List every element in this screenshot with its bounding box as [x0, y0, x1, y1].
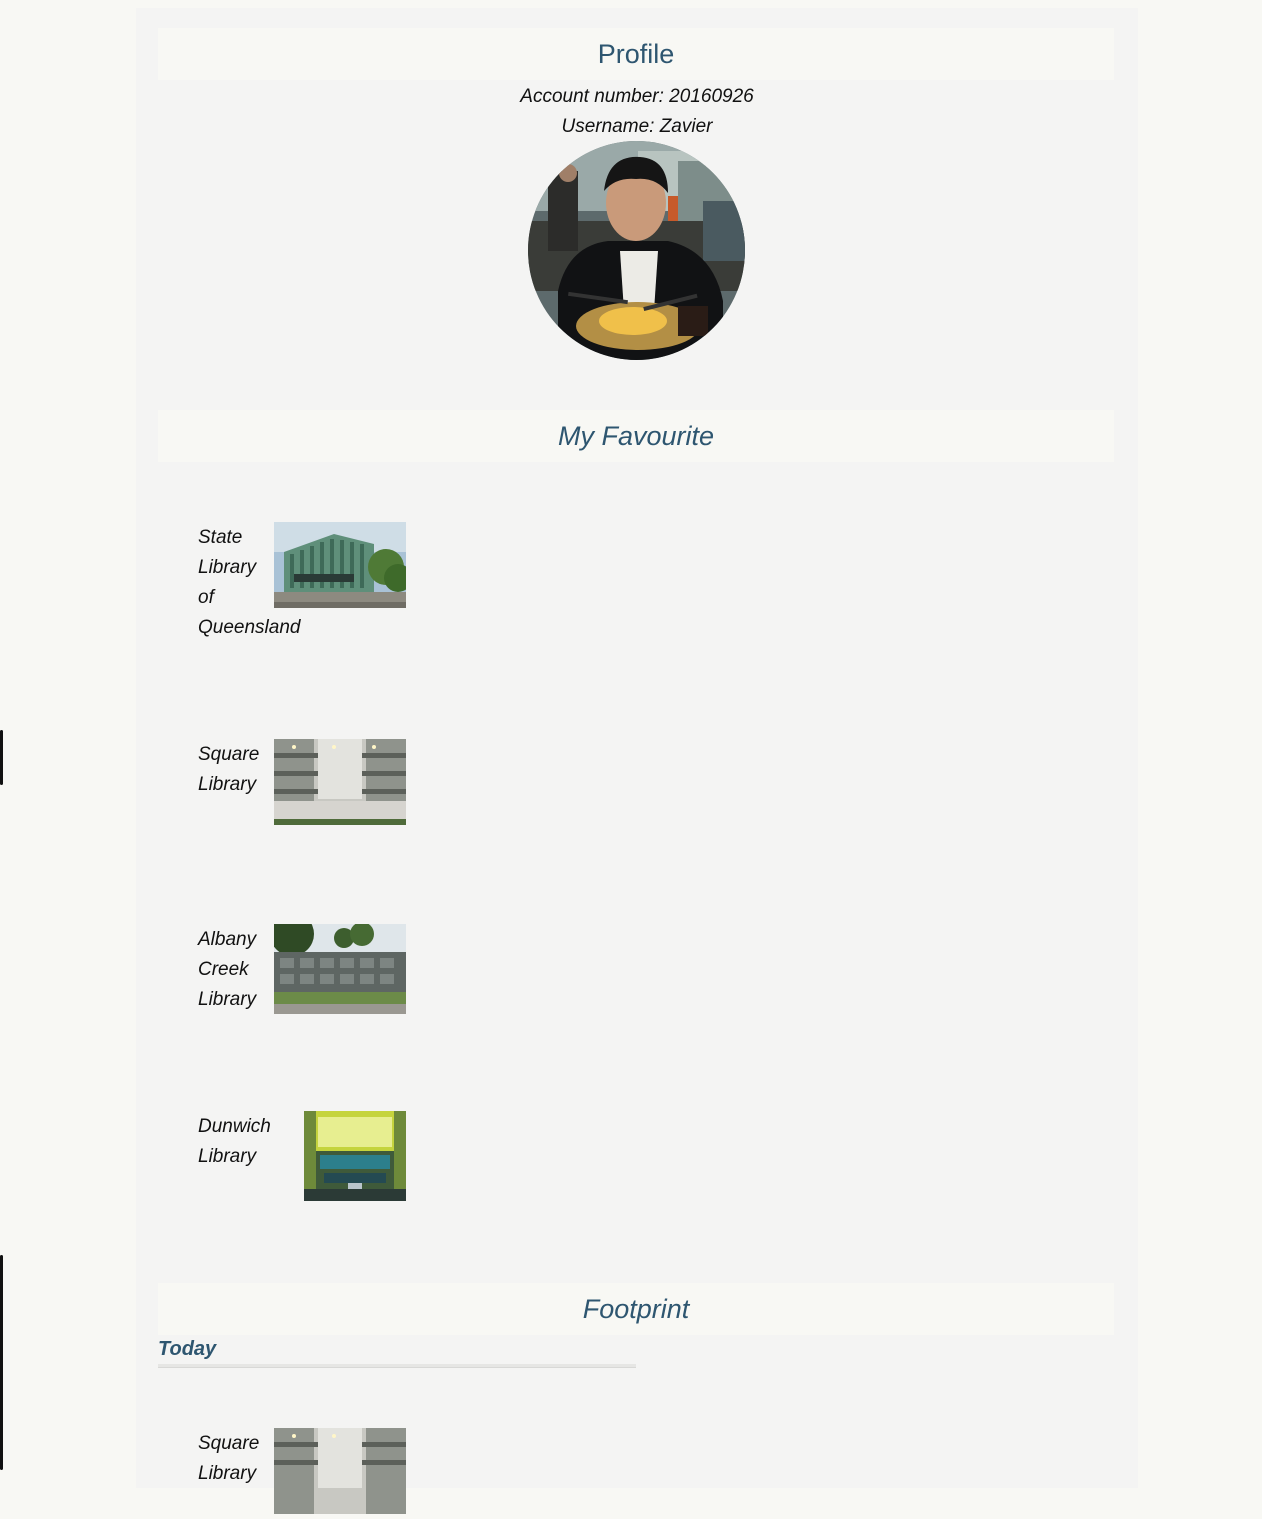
- footprint-heading: Footprint: [158, 1283, 1114, 1335]
- divider: [158, 1364, 636, 1368]
- favourite-item-name: Dunwich Library: [198, 1116, 271, 1167]
- window-edge-mark: [0, 1255, 3, 1470]
- library-thumbnail[interactable]: [274, 1428, 406, 1514]
- favourite-item[interactable]: Albany Creek Library: [198, 924, 448, 1025]
- profile-page: Profile Account number: 20160926 Usernam…: [136, 8, 1138, 1514]
- library-thumbnail[interactable]: [274, 924, 406, 1014]
- footprint-item[interactable]: Square Library: [198, 1428, 448, 1519]
- favourite-item[interactable]: State Library of Queensland: [198, 522, 448, 648]
- avatar[interactable]: [528, 141, 745, 360]
- day-label: Today: [158, 1338, 217, 1360]
- favourite-item[interactable]: Dunwich Library: [198, 1111, 448, 1212]
- favourite-item[interactable]: Square Library: [198, 739, 448, 830]
- profile-title: Profile: [597, 39, 675, 69]
- library-thumbnail[interactable]: [304, 1111, 406, 1201]
- username: Username: Zavier: [561, 116, 713, 137]
- library-thumbnail[interactable]: [274, 739, 406, 825]
- favourite-item-name: Square Library: [198, 744, 260, 795]
- account-number: Account number: 20160926: [520, 86, 754, 107]
- favourites-heading: My Favourite: [158, 410, 1114, 462]
- profile-heading: Profile: [158, 28, 1114, 80]
- footprint-title: Footprint: [582, 1294, 690, 1324]
- favourite-item-name: Albany Creek Library: [198, 929, 257, 1010]
- footprint-item-name: Square Library: [198, 1433, 260, 1484]
- library-thumbnail[interactable]: [274, 522, 406, 608]
- window-edge-mark: [0, 730, 3, 785]
- favourites-title: My Favourite: [557, 421, 715, 451]
- avatar-photo: [528, 141, 745, 360]
